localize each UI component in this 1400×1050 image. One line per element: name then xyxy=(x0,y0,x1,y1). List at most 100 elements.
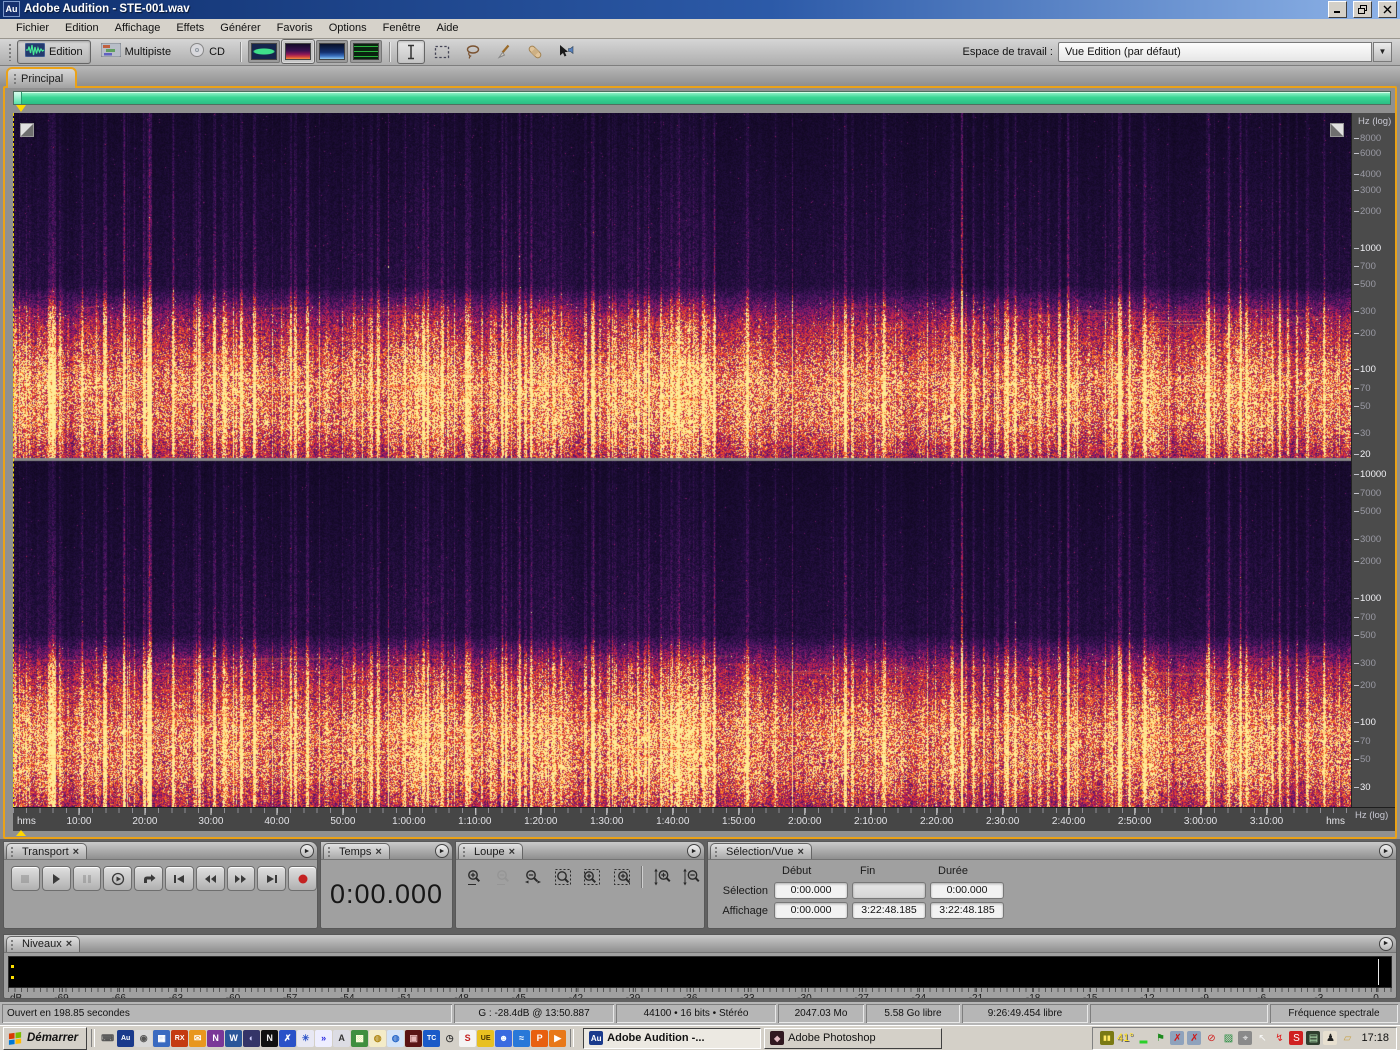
close-icon[interactable]: × xyxy=(73,846,79,857)
media-player-icon[interactable]: ◉ xyxy=(135,1029,153,1047)
total-commander-icon[interactable]: TC xyxy=(423,1029,441,1047)
play-looped-button[interactable] xyxy=(134,866,163,892)
panel-menu-icon[interactable]: ► xyxy=(435,844,449,859)
zoom-out-vertical-button[interactable] xyxy=(679,865,704,889)
tab-temps[interactable]: Temps × xyxy=(323,843,390,860)
globe-blue-icon[interactable]: ◍ xyxy=(387,1029,405,1047)
globe-gold-icon[interactable]: ◍ xyxy=(369,1029,387,1047)
zoom-out-horizontal-button[interactable] xyxy=(491,865,516,889)
zoom-selection-left-button[interactable] xyxy=(580,865,605,889)
media-indicator-icon[interactable]: ▮▮ xyxy=(1099,1031,1114,1046)
spectral-phase-view-button[interactable] xyxy=(350,40,382,64)
documents-icon[interactable]: ▱ xyxy=(1340,1031,1354,1045)
language-flag-icon[interactable]: ⚑ xyxy=(1153,1031,1167,1045)
title-bar[interactable]: Au Adobe Audition - STE-001.wav xyxy=(0,0,1400,19)
field-selection-fin[interactable] xyxy=(852,882,926,900)
lasso-selection-tool-button[interactable] xyxy=(459,40,487,64)
acrobat-icon[interactable]: A xyxy=(333,1029,351,1047)
menu-options[interactable]: Options xyxy=(321,22,375,34)
task-adobe-audition[interactable]: Au Adobe Audition -... xyxy=(583,1027,762,1049)
workspace-select[interactable]: Vue Edition (par défaut) xyxy=(1058,41,1372,62)
minimize-button[interactable] xyxy=(1328,0,1347,18)
mail-icon[interactable]: ✉ xyxy=(189,1029,207,1047)
field-affichage-fin[interactable]: 3:22:48.185 xyxy=(852,902,926,920)
play-from-cursor-button[interactable] xyxy=(103,866,133,892)
timeline-ruler[interactable]: hms hms 10:00 20:00 30:00 40:00 50:00 1:00:00… xyxy=(13,807,1351,831)
updater-icon[interactable]: ▨ xyxy=(1221,1031,1235,1045)
zoom-to-selection-button[interactable] xyxy=(550,865,575,889)
blocked-device-icon[interactable]: ⊘ xyxy=(1204,1031,1218,1045)
mode-multipiste-button[interactable]: Multipiste xyxy=(93,40,179,64)
word-icon[interactable]: W xyxy=(225,1029,243,1047)
snipping-tool-icon[interactable]: » xyxy=(315,1029,333,1047)
zoom-selection-right-button[interactable] xyxy=(609,865,634,889)
zoom-in-vertical-button[interactable] xyxy=(649,865,674,889)
stop-button[interactable] xyxy=(11,866,40,892)
scroll-handle-left[interactable] xyxy=(20,123,34,138)
spectral-frequency-view-button[interactable] xyxy=(282,40,314,64)
menu-aide[interactable]: Aide xyxy=(429,22,467,34)
tab-selection-vue[interactable]: Sélection/Vue × xyxy=(710,843,812,860)
menu-edition[interactable]: Edition xyxy=(57,22,107,34)
media-center-icon[interactable]: ▶ xyxy=(549,1029,567,1047)
panel-menu-icon[interactable]: ► xyxy=(1379,844,1393,859)
pointer-settings-icon[interactable]: ↖ xyxy=(1255,1031,1269,1045)
time-selection-tool-button[interactable] xyxy=(397,39,425,64)
go-to-start-button[interactable] xyxy=(164,866,194,892)
db-ruler[interactable]: dB -69 -66 -63 -60 -57 -54 -51 -48 -45 -42 -39 -36-… xyxy=(8,987,1392,999)
overview-scrollbar[interactable] xyxy=(13,91,1391,106)
rewind-button[interactable] xyxy=(195,866,225,892)
field-affichage-debut[interactable]: 0:00.000 xyxy=(774,902,848,920)
menu-fenetre[interactable]: Fenêtre xyxy=(375,22,429,34)
level-meter[interactable] xyxy=(8,955,1392,988)
effects-paintbrush-tool-button[interactable] xyxy=(490,40,518,64)
marquee-selection-tool-button[interactable] xyxy=(428,40,456,64)
tv-app-icon[interactable]: ▣ xyxy=(405,1029,423,1047)
sound-blaster-icon[interactable]: S xyxy=(459,1029,477,1047)
scrub-tool-button[interactable] xyxy=(552,40,580,64)
modem-icon[interactable]: ▤ xyxy=(1306,1031,1321,1046)
frequency-ruler[interactable]: Hz (log) 8000 6000 4000 3000 2000 1000 700 500 3… xyxy=(1351,113,1395,808)
izotope-rx-icon[interactable]: RX xyxy=(171,1029,189,1047)
toolbar-grip[interactable] xyxy=(8,42,13,61)
field-selection-debut[interactable]: 0:00.000 xyxy=(774,882,848,900)
star-tool-icon[interactable]: ✳ xyxy=(297,1029,315,1047)
pet-app-icon[interactable]: ♟ xyxy=(1323,1031,1338,1046)
calculator-icon[interactable]: ▦ xyxy=(153,1029,171,1047)
zoom-in-horizontal-button[interactable] xyxy=(462,865,487,889)
menu-generer[interactable]: Générer xyxy=(212,22,268,34)
tab-loupe[interactable]: Loupe × xyxy=(458,843,524,860)
play-button[interactable] xyxy=(41,866,71,892)
messenger-icon[interactable]: ☻ xyxy=(495,1029,513,1047)
antivirus-icon[interactable]: S xyxy=(1289,1031,1304,1046)
mouse-settings-icon[interactable]: ⌖ xyxy=(1238,1031,1253,1046)
netscape-icon[interactable]: ◐ xyxy=(243,1029,261,1047)
close-icon[interactable]: × xyxy=(66,939,72,950)
field-affichage-duree[interactable]: 3:22:48.185 xyxy=(930,902,1004,920)
spectral-pan-view-button[interactable] xyxy=(316,40,348,64)
start-button[interactable]: Démarrer xyxy=(3,1026,88,1050)
menu-affichage[interactable]: Affichage xyxy=(107,22,169,34)
network-disabled-2-icon[interactable]: ✗ xyxy=(1187,1031,1202,1046)
field-selection-duree[interactable]: 0:00.000 xyxy=(930,882,1004,900)
spectral-display[interactable] xyxy=(13,113,1351,808)
go-to-end-button[interactable] xyxy=(257,866,287,892)
waveform-view-button[interactable] xyxy=(248,40,280,64)
overview-thumb[interactable] xyxy=(14,92,22,105)
show-desktop-icon[interactable]: ⌨ xyxy=(99,1030,116,1047)
fast-forward-button[interactable] xyxy=(226,866,256,892)
swoosh-app-icon[interactable]: ≈ xyxy=(513,1029,531,1047)
playhead-marker-top[interactable] xyxy=(16,105,26,113)
navigator-icon[interactable]: N xyxy=(261,1029,279,1047)
audition-quicklaunch-icon[interactable]: Au xyxy=(117,1029,135,1047)
close-icon[interactable]: × xyxy=(375,846,381,857)
sync-alert-icon[interactable]: ↯ xyxy=(1272,1031,1286,1045)
pdf-creator-icon[interactable]: P xyxy=(531,1029,549,1047)
tab-niveaux[interactable]: Niveaux × xyxy=(6,935,81,952)
spot-healing-brush-tool-button[interactable] xyxy=(521,40,549,64)
scroll-handle-right[interactable] xyxy=(1330,123,1344,138)
menu-effets[interactable]: Effets xyxy=(168,22,212,34)
workspace-dropdown-button[interactable]: ▼ xyxy=(1373,41,1392,62)
ultraedit-icon[interactable]: UE xyxy=(477,1029,495,1047)
tab-principal[interactable]: Principal xyxy=(6,67,78,89)
